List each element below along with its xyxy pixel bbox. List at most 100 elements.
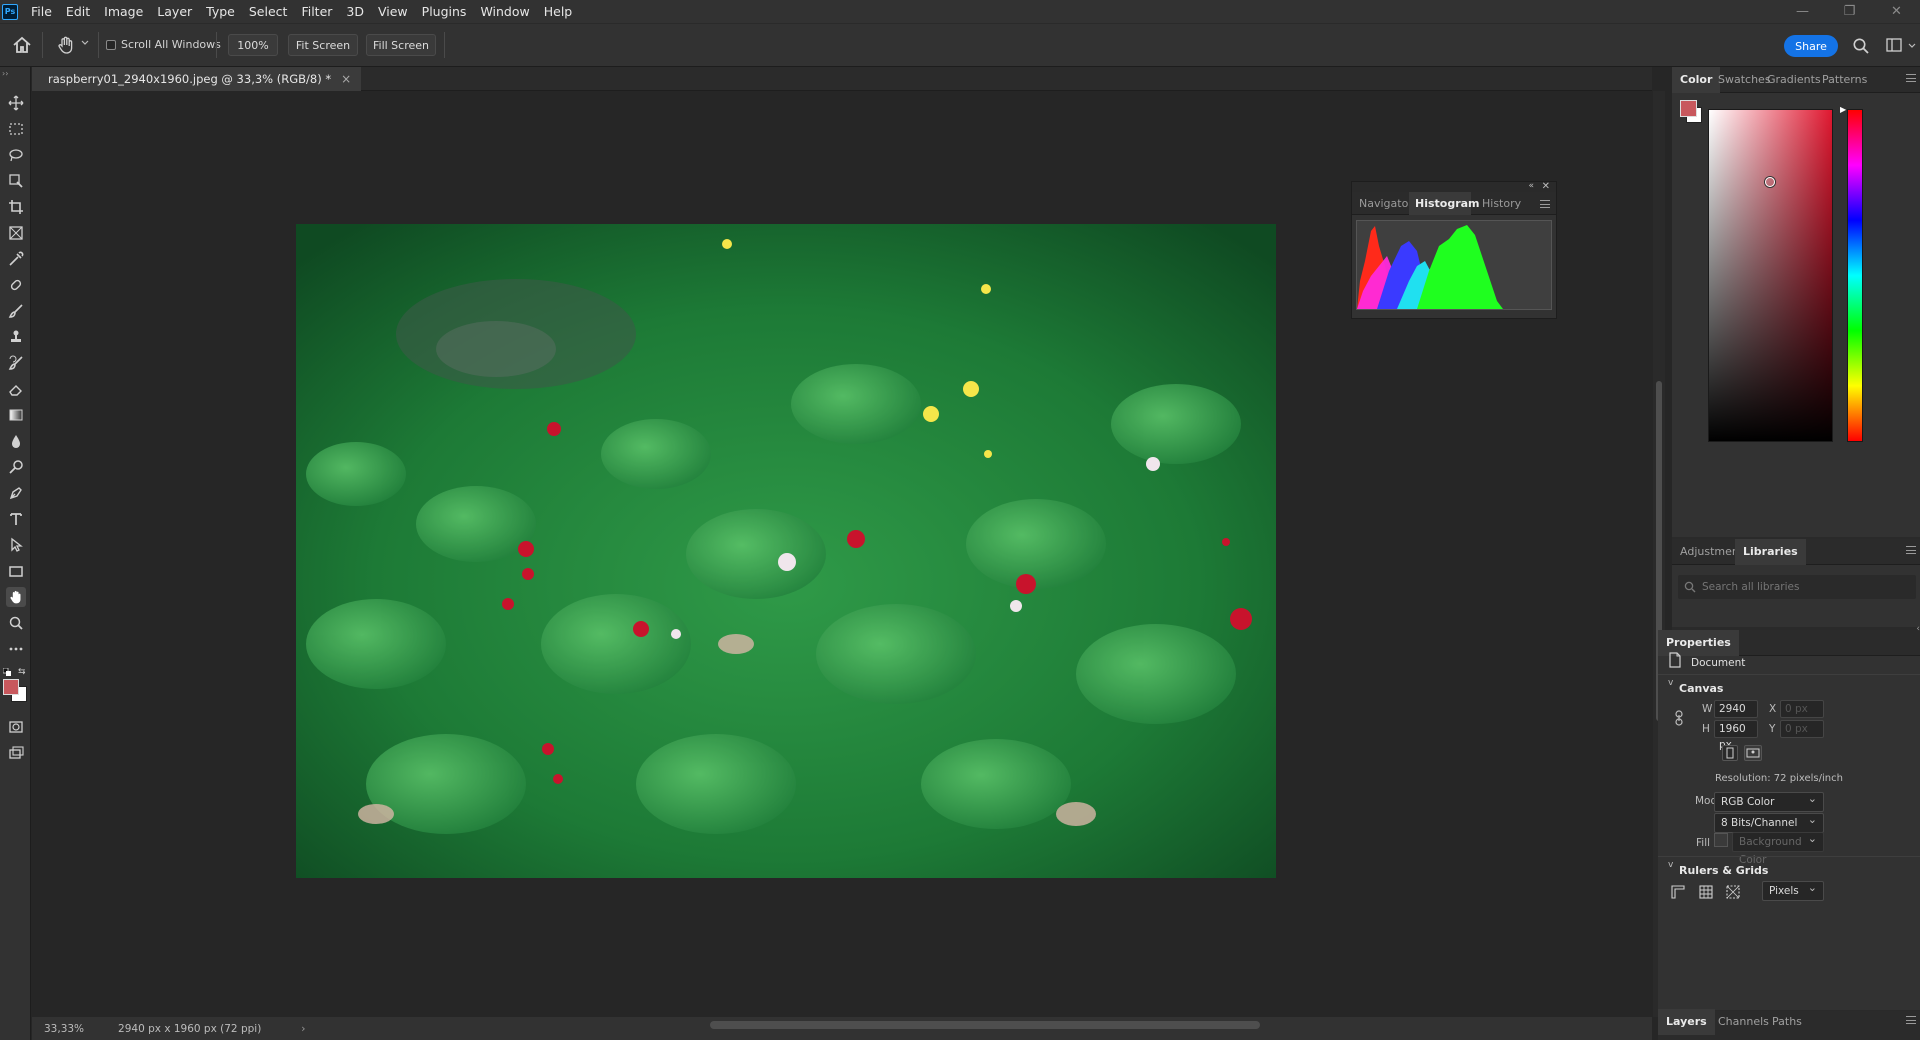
menu-filter[interactable]: Filter (294, 0, 339, 23)
eraser-tool-icon[interactable] (6, 379, 26, 399)
library-search-box[interactable] (1678, 575, 1916, 599)
grid-icon[interactable] (1698, 884, 1714, 900)
panel-menu-icon[interactable] (1906, 546, 1916, 554)
tab-history[interactable]: History (1482, 197, 1521, 210)
menu-window[interactable]: Window (473, 0, 536, 23)
brush-tool-icon[interactable] (6, 301, 26, 321)
portrait-orientation-icon[interactable] (1722, 745, 1738, 761)
width-field[interactable]: 2940 px (1714, 700, 1758, 731)
rectangle-tool-icon[interactable] (6, 561, 26, 581)
scroll-all-windows-checkbox[interactable] (106, 40, 116, 50)
y-field[interactable]: 0 px (1780, 720, 1824, 738)
clone-stamp-tool-icon[interactable] (6, 327, 26, 347)
zoom-tool-icon[interactable] (6, 613, 26, 633)
menu-select[interactable]: Select (242, 0, 295, 23)
collapse-dock-icon[interactable]: ‹ (1916, 624, 1920, 634)
horizontal-scroll-thumb[interactable] (710, 1021, 1260, 1029)
hand-tool-icon[interactable] (56, 35, 76, 55)
object-selection-tool-icon[interactable] (6, 171, 26, 191)
panel-menu-icon[interactable] (1906, 74, 1916, 82)
menu-image[interactable]: Image (97, 0, 150, 23)
history-brush-tool-icon[interactable] (6, 353, 26, 373)
dodge-tool-icon[interactable] (6, 457, 26, 477)
rulers-grids-section-title[interactable]: Rulers & Grids (1679, 864, 1768, 877)
restore-button[interactable]: ❐ (1826, 0, 1873, 23)
color-picker-field[interactable] (1708, 109, 1833, 442)
landscape-orientation-icon[interactable] (1744, 745, 1762, 761)
panel-drag-bar[interactable] (1352, 182, 1556, 192)
document-tab[interactable]: raspberry01_2940x1960.jpeg @ 33,3% (RGB/… (32, 67, 362, 91)
quick-mask-icon[interactable] (6, 717, 26, 737)
chevron-down-icon[interactable]: v (1668, 678, 1673, 688)
hue-slider-handle-icon[interactable]: ▶ (1840, 105, 1846, 114)
menu-help[interactable]: Help (537, 0, 580, 23)
tab-layers[interactable]: Layers (1658, 1009, 1715, 1035)
menu-plugins[interactable]: Plugins (415, 0, 474, 23)
pen-tool-icon[interactable] (6, 483, 26, 503)
fill-dropdown[interactable]: Background Color (1732, 830, 1824, 866)
close-window-button[interactable]: ✕ (1873, 0, 1920, 23)
minimize-button[interactable]: — (1779, 0, 1826, 23)
library-search-input[interactable] (1702, 578, 1902, 596)
tab-paths[interactable]: Paths (1764, 1009, 1810, 1035)
move-tool-icon[interactable] (6, 93, 26, 113)
menu-type[interactable]: Type (199, 0, 242, 23)
x-field[interactable]: 0 px (1780, 700, 1824, 718)
status-zoom[interactable]: 33,33% (44, 1023, 84, 1035)
fill-color-swatch[interactable] (1714, 833, 1728, 847)
marquee-tool-icon[interactable] (6, 119, 26, 139)
menu-layer[interactable]: Layer (150, 0, 199, 23)
color-mode-dropdown[interactable]: RGB Color (1714, 790, 1824, 812)
horizontal-scrollbar[interactable] (290, 1020, 1652, 1030)
menu-3d[interactable]: 3D (339, 0, 371, 23)
gradient-tool-icon[interactable] (6, 405, 26, 425)
fit-screen-button[interactable]: Fit Screen (288, 34, 358, 56)
height-field[interactable]: 1960 px (1714, 720, 1758, 751)
chevron-down-icon[interactable] (81, 40, 89, 46)
tab-histogram[interactable]: Histogram (1415, 197, 1480, 210)
hand-tool-icon[interactable] (6, 587, 26, 607)
close-tab-icon[interactable]: × (341, 72, 351, 86)
menu-edit[interactable]: Edit (59, 0, 97, 23)
collapse-panel-icon[interactable]: « (1528, 181, 1534, 191)
swap-colors-icon[interactable]: ⇆ (18, 667, 26, 677)
type-tool-icon[interactable] (6, 509, 26, 529)
color-picker-cursor[interactable] (1765, 177, 1775, 187)
foreground-color-swatch[interactable] (3, 679, 19, 695)
share-button[interactable]: Share (1784, 35, 1838, 57)
panel-menu-icon[interactable] (1906, 1016, 1916, 1024)
tab-libraries[interactable]: Libraries (1735, 539, 1806, 565)
chevron-down-icon[interactable]: v (1668, 860, 1673, 870)
search-icon[interactable] (1852, 37, 1870, 55)
more-tools-icon[interactable] (6, 639, 26, 659)
document-image[interactable] (296, 224, 1276, 878)
panel-foreground-swatch[interactable] (1680, 100, 1697, 117)
home-icon[interactable] (12, 36, 32, 54)
crop-tool-icon[interactable] (6, 197, 26, 217)
guides-icon[interactable] (1725, 884, 1741, 900)
menu-file[interactable]: File (24, 0, 59, 23)
screen-mode-icon[interactable] (6, 743, 26, 763)
eyedropper-tool-icon[interactable] (6, 249, 26, 269)
fill-screen-button[interactable]: Fill Screen (366, 34, 436, 56)
chevron-down-icon[interactable] (1908, 43, 1916, 49)
panel-menu-icon[interactable] (1540, 200, 1550, 208)
menu-view[interactable]: View (371, 0, 415, 23)
healing-brush-tool-icon[interactable] (6, 275, 26, 295)
zoom-100-button[interactable]: 100% (228, 34, 278, 56)
hue-slider[interactable] (1847, 109, 1863, 442)
collapse-arrows-icon[interactable]: ›› (2, 69, 8, 78)
canvas-section-title[interactable]: Canvas (1679, 682, 1723, 695)
tab-navigator[interactable]: Navigator (1359, 197, 1413, 210)
ruler-icon[interactable] (1670, 884, 1686, 900)
lasso-tool-icon[interactable] (6, 145, 26, 165)
tab-patterns[interactable]: Patterns (1814, 67, 1875, 93)
default-colors-icon[interactable] (3, 668, 11, 676)
ruler-units-dropdown[interactable]: Pixels (1762, 879, 1824, 901)
link-dimensions-icon[interactable] (1674, 710, 1684, 726)
workspace-icon[interactable] (1886, 38, 1902, 52)
blur-tool-icon[interactable] (6, 431, 26, 451)
frame-tool-icon[interactable] (6, 223, 26, 243)
close-panel-icon[interactable]: ✕ (1542, 181, 1550, 192)
path-selection-tool-icon[interactable] (6, 535, 26, 555)
